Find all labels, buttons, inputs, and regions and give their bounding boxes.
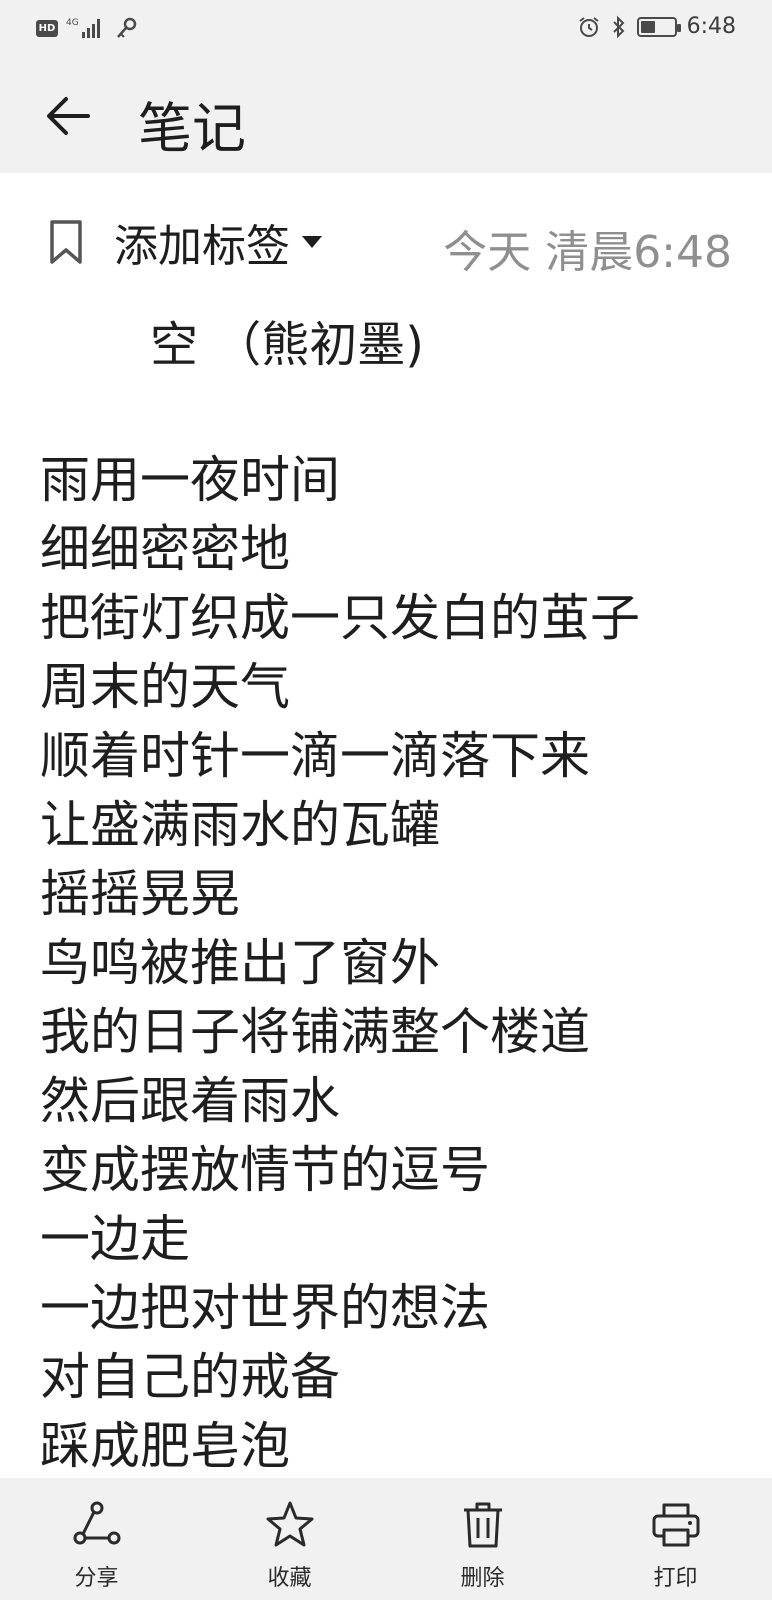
note-content[interactable]: 空 （熊初墨) 雨用一夜时间 细细密密地把街灯织成一只发白的茧子 周末的天气顺着时针…	[40, 310, 740, 1481]
poem-line: 踩成肥皂泡	[40, 1417, 290, 1475]
hd-icon: HD	[36, 19, 58, 37]
delete-button[interactable]: 删除	[386, 1478, 579, 1600]
favorite-button[interactable]: 收藏	[193, 1478, 386, 1600]
note-title: 空 （熊初墨)	[150, 317, 424, 373]
poem-line: 我的日子将铺满整个楼道	[40, 1003, 590, 1061]
poem-lines: 雨用一夜时间 细细密密地把街灯织成一只发白的茧子 周末的天气顺着时针一滴一滴落下来让…	[40, 446, 740, 1481]
caret-down-icon	[302, 236, 322, 248]
poem-line: 一边把对世界的想法	[40, 1279, 490, 1337]
favorite-label: 收藏	[267, 1566, 312, 1591]
poem-line: 把街灯织成一只发白的茧子	[40, 589, 640, 647]
poem-line: 摇摇晃晃	[40, 865, 240, 923]
status-left: HD 4G	[36, 16, 138, 40]
bottom-toolbar: 分享 收藏 删除 打印	[0, 1478, 772, 1600]
print-label: 打印	[653, 1566, 698, 1591]
poem-line: 周末的天气	[40, 658, 290, 716]
poem-line: 雨用一夜时间	[40, 451, 340, 509]
share-button[interactable]: 分享	[0, 1478, 193, 1600]
poem-line: 一边走	[40, 1210, 190, 1268]
page-title: 笔记	[138, 97, 246, 160]
bookmark-icon	[50, 220, 82, 264]
back-button[interactable]	[40, 88, 96, 144]
poem-line: 顺着时针一滴一滴落下来	[40, 727, 590, 785]
printer-icon	[652, 1503, 699, 1547]
app-header: 笔记	[0, 60, 772, 173]
share-icon	[73, 1501, 120, 1545]
poem-line: 然后跟着雨水	[40, 1072, 340, 1130]
signal-icon: 4G	[66, 18, 100, 38]
delete-label: 删除	[460, 1566, 505, 1591]
trash-icon	[463, 1502, 502, 1548]
status-bar: HD 4G 6:48	[0, 0, 772, 60]
status-time: 6:48	[686, 14, 736, 39]
note-timestamp: 今天 清晨6:48	[443, 227, 732, 278]
add-tag-button[interactable]: 添加标签	[48, 212, 322, 272]
share-label: 分享	[74, 1566, 119, 1591]
poem-line: 让盛满雨水的瓦罐	[40, 796, 440, 854]
star-icon	[266, 1501, 313, 1547]
poem-line: 细细密密地	[40, 520, 290, 578]
bluetooth-icon	[612, 15, 625, 38]
alarm-icon	[578, 16, 599, 37]
key-icon	[117, 17, 137, 38]
poem-line: 变成摆放情节的逗号	[40, 1141, 490, 1199]
add-tag-label: 添加标签	[114, 221, 290, 272]
status-right: 6:48	[577, 14, 736, 39]
print-button[interactable]: 打印	[579, 1478, 772, 1600]
battery-icon	[636, 16, 681, 37]
note-meta-row: 添加标签 今天 清晨6:48	[0, 210, 772, 278]
poem-line: 对自己的戒备	[40, 1348, 340, 1406]
svg-text:4G: 4G	[66, 18, 79, 28]
battery-fill	[640, 20, 655, 33]
poem-line: 鸟鸣被推出了窗外	[40, 934, 440, 992]
arrow-left-icon	[47, 97, 90, 135]
